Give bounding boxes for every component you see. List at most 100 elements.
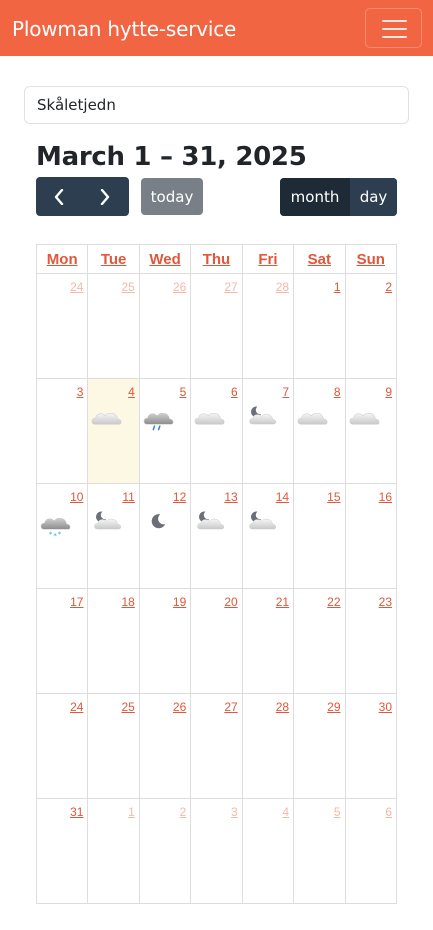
month-view-button[interactable]: month xyxy=(280,178,350,216)
weekday-link[interactable]: Mon xyxy=(47,251,78,268)
menu-toggle-button[interactable] xyxy=(365,8,422,48)
day-number-link[interactable]: 18 xyxy=(121,595,134,609)
day-number-link[interactable]: 29 xyxy=(327,700,340,714)
day-number-link[interactable]: 15 xyxy=(327,490,340,504)
day-cell[interactable]: 5 xyxy=(138,378,192,484)
day-number-link[interactable]: 20 xyxy=(224,595,237,609)
day-number-link[interactable]: 6 xyxy=(231,385,238,399)
day-number-link[interactable]: 24 xyxy=(70,280,83,294)
day-number-link[interactable]: 12 xyxy=(173,490,186,504)
weekday-link[interactable]: Tue xyxy=(101,251,127,268)
day-cell[interactable]: 10 * * * xyxy=(35,483,89,589)
day-cell[interactable]: 14 xyxy=(241,483,295,589)
day-number-link[interactable]: 1 xyxy=(334,280,341,294)
day-cell[interactable]: 20 xyxy=(190,588,243,694)
day-cell[interactable]: 19 xyxy=(138,588,192,694)
day-number-link[interactable]: 26 xyxy=(173,700,186,714)
brand-title[interactable]: Plowman hytte-service xyxy=(12,17,236,41)
day-cell[interactable]: 6 xyxy=(190,378,243,484)
day-number-link[interactable]: 7 xyxy=(282,385,289,399)
weekday-link[interactable]: Sun xyxy=(357,251,385,268)
week-row: 24 25 26 27 28 29 30 xyxy=(35,693,398,799)
prev-month-button[interactable] xyxy=(36,177,82,216)
day-cell[interactable]: 11 xyxy=(87,483,140,589)
day-cell[interactable]: 31 xyxy=(35,798,89,904)
next-month-button[interactable] xyxy=(82,177,128,216)
day-cell[interactable]: 3 xyxy=(190,798,243,904)
day-cell[interactable]: 1 xyxy=(87,798,140,904)
day-view-button[interactable]: day xyxy=(350,178,397,216)
day-cell[interactable]: 17 xyxy=(35,588,89,694)
day-cell-today[interactable]: 4 xyxy=(87,378,140,484)
day-number-link[interactable]: 27 xyxy=(224,280,237,294)
day-number-link[interactable]: 5 xyxy=(180,385,187,399)
day-number-link[interactable]: 5 xyxy=(334,805,341,819)
day-cell[interactable]: 16 xyxy=(344,483,398,589)
day-cell[interactable]: 5 xyxy=(293,798,346,904)
day-number-link[interactable]: 2 xyxy=(385,280,392,294)
weekday-link[interactable]: Thu xyxy=(203,251,231,268)
day-number-link[interactable]: 27 xyxy=(224,700,237,714)
day-number-link[interactable]: 4 xyxy=(282,805,289,819)
day-cell[interactable]: 3 xyxy=(35,378,89,484)
day-number-link[interactable]: 24 xyxy=(70,700,83,714)
day-cell[interactable]: 2 xyxy=(344,273,398,379)
day-cell[interactable]: 30 xyxy=(344,693,398,799)
day-number-link[interactable]: 30 xyxy=(379,700,392,714)
day-cell[interactable]: 22 xyxy=(293,588,346,694)
day-cell[interactable]: 28 xyxy=(241,693,295,799)
day-number-link[interactable]: 4 xyxy=(128,385,135,399)
day-number-link[interactable]: 8 xyxy=(334,385,341,399)
day-number-link[interactable]: 14 xyxy=(276,490,289,504)
day-cell[interactable]: 28 xyxy=(241,273,295,379)
day-cell[interactable]: 1 xyxy=(293,273,346,379)
day-number-link[interactable]: 26 xyxy=(173,280,186,294)
day-number-link[interactable]: 21 xyxy=(276,595,289,609)
day-cell[interactable]: 6 xyxy=(344,798,398,904)
today-button[interactable]: today xyxy=(141,178,203,215)
weekday-link[interactable]: Fri xyxy=(258,251,277,268)
day-cell[interactable]: 2 xyxy=(138,798,192,904)
day-number-link[interactable]: 19 xyxy=(173,595,186,609)
day-cell[interactable]: 7 xyxy=(241,378,295,484)
day-number-link[interactable]: 28 xyxy=(276,280,289,294)
day-cell[interactable]: 9 xyxy=(344,378,398,484)
day-number-link[interactable]: 11 xyxy=(122,490,134,504)
day-number-link[interactable]: 16 xyxy=(379,490,392,504)
day-number-link[interactable]: 9 xyxy=(385,385,392,399)
day-number-link[interactable]: 31 xyxy=(70,805,83,819)
day-number-link[interactable]: 28 xyxy=(276,700,289,714)
day-cell[interactable]: 21 xyxy=(241,588,295,694)
day-cell[interactable]: 8 xyxy=(293,378,346,484)
day-number-link[interactable]: 3 xyxy=(77,385,84,399)
day-number-link[interactable]: 22 xyxy=(327,595,340,609)
day-cell[interactable]: 18 xyxy=(87,588,140,694)
day-cell[interactable]: 4 xyxy=(241,798,295,904)
day-number-link[interactable]: 17 xyxy=(70,595,83,609)
day-number-link[interactable]: 25 xyxy=(121,700,134,714)
day-number-link[interactable]: 25 xyxy=(121,280,134,294)
day-cell[interactable]: 24 xyxy=(35,273,89,379)
weekday-link[interactable]: Wed xyxy=(149,251,180,268)
day-cell[interactable]: 26 xyxy=(138,693,192,799)
day-number-link[interactable]: 10 xyxy=(70,490,83,504)
day-cell[interactable]: 24 xyxy=(35,693,89,799)
day-number-link[interactable]: 1 xyxy=(128,805,135,819)
day-number-link[interactable]: 6 xyxy=(385,805,392,819)
day-cell[interactable]: 25 xyxy=(87,273,140,379)
cabin-search-input[interactable] xyxy=(24,86,409,124)
day-cell[interactable]: 23 xyxy=(344,588,398,694)
day-cell[interactable]: 26 xyxy=(138,273,192,379)
day-cell[interactable]: 12 xyxy=(138,483,192,589)
day-number-link[interactable]: 13 xyxy=(224,490,237,504)
day-cell[interactable]: 27 xyxy=(190,273,243,379)
day-cell[interactable]: 13 xyxy=(190,483,243,589)
day-cell[interactable]: 25 xyxy=(87,693,140,799)
day-number-link[interactable]: 3 xyxy=(231,805,238,819)
day-number-link[interactable]: 2 xyxy=(180,805,187,819)
day-cell[interactable]: 27 xyxy=(190,693,243,799)
day-cell[interactable]: 15 xyxy=(293,483,346,589)
day-number-link[interactable]: 23 xyxy=(379,595,392,609)
day-cell[interactable]: 29 xyxy=(293,693,346,799)
weekday-link[interactable]: Sat xyxy=(308,251,331,268)
